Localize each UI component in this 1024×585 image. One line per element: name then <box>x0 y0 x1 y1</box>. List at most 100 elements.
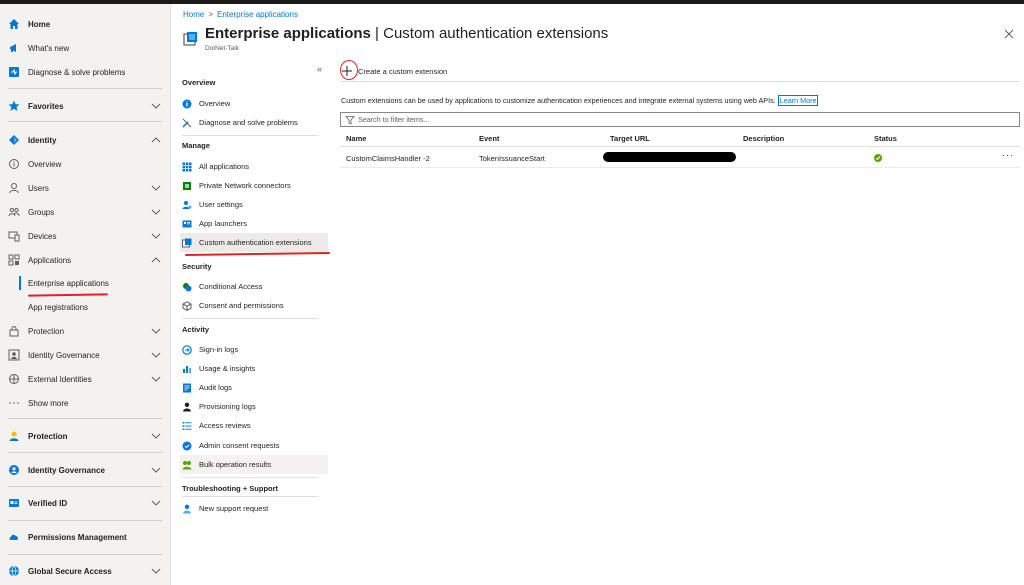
provisioning-icon <box>182 402 192 412</box>
more-options-button[interactable]: ··· <box>594 28 606 38</box>
menu-item-diagnose[interactable]: Diagnose and solve problems <box>180 113 328 132</box>
nav-identity[interactable]: Identity <box>0 128 170 152</box>
nav-users-label: Users <box>28 183 49 193</box>
chevron-down-icon[interactable] <box>151 465 161 475</box>
nav-show-more[interactable]: Show more <box>0 391 170 415</box>
table-row[interactable]: CustomClaimsHandler -2 TokenIssuanceStar… <box>340 148 1020 168</box>
menu-item-bulk-operations[interactable]: Bulk operation results <box>180 455 328 474</box>
breadcrumb-enterprise-applications[interactable]: Enterprise applications <box>217 10 298 19</box>
nav-applications[interactable]: Applications <box>0 248 170 272</box>
column-header-event[interactable]: Event <box>479 134 499 143</box>
row-more-actions-button[interactable]: ··· <box>1002 150 1014 160</box>
nav-external-identities[interactable]: External Identities <box>0 367 170 391</box>
redaction-mark <box>603 152 736 162</box>
nav-applications-label: Applications <box>28 255 72 265</box>
column-header-name[interactable]: Name <box>346 134 366 143</box>
nav-global-secure-access[interactable]: Global Secure Access <box>0 559 170 583</box>
menu-item-new-support[interactable]: New support request <box>180 499 328 518</box>
chevron-down-icon[interactable] <box>151 498 161 508</box>
protection-icon <box>8 430 20 442</box>
cube-icon <box>182 300 192 311</box>
nav-enterprise-applications[interactable]: Enterprise applications <box>0 271 170 295</box>
chevron-down-icon[interactable] <box>151 326 161 336</box>
nav-identity-governance-section[interactable]: Identity Governance <box>0 458 170 482</box>
admin-consent-icon <box>182 441 192 451</box>
nav-protection[interactable]: Protection <box>0 319 170 343</box>
chevron-up-icon[interactable] <box>151 255 161 265</box>
filter-search-input[interactable]: Search to filter items... <box>340 112 1020 127</box>
menu-item-custom-auth-extensions[interactable]: Custom authentication extensions <box>180 233 328 252</box>
menu-item-user-settings[interactable]: User settings <box>180 195 328 214</box>
app-launcher-icon <box>182 219 192 229</box>
menu-item-overview[interactable]: Overview <box>180 94 328 113</box>
breadcrumb-home[interactable]: Home <box>183 10 204 19</box>
tenant-name: DotNet-Talk <box>205 45 239 52</box>
chevron-down-icon[interactable] <box>151 374 161 384</box>
menu-item-all-applications[interactable]: All applications <box>180 157 328 176</box>
page-description: Custom extensions can be used by applica… <box>341 95 819 106</box>
column-header-target-url[interactable]: Target URL <box>610 134 650 143</box>
menu-divider <box>182 477 318 478</box>
nav-protection-section[interactable]: Protection <box>0 424 170 448</box>
collapse-menu-button[interactable]: « <box>317 64 322 74</box>
nav-diagnose[interactable]: Diagnose & solve problems <box>0 60 170 84</box>
breadcrumb-separator: > <box>208 10 214 19</box>
home-icon <box>8 18 20 30</box>
menu-item-private-network[interactable]: Private Network connectors <box>180 176 328 195</box>
chevron-up-icon[interactable] <box>151 135 161 145</box>
page-title-section: | Custom authentication extensions <box>370 25 609 42</box>
nav-overview[interactable]: Overview <box>0 152 170 176</box>
nav-app-registrations[interactable]: App registrations <box>0 295 170 319</box>
nav-permissions-management[interactable]: Permissions Management <box>0 525 170 549</box>
menu-item-provisioning-logs[interactable]: Provisioning logs <box>180 397 328 416</box>
nav-divider <box>8 554 162 555</box>
filter-placeholder: Search to filter items... <box>358 115 430 124</box>
menu-section-overview: Overview <box>182 78 216 87</box>
column-header-status[interactable]: Status <box>874 134 897 143</box>
lock-icon <box>8 325 20 337</box>
nav-users[interactable]: Users <box>0 176 170 200</box>
menu-item-app-launchers[interactable]: App launchers <box>180 214 328 233</box>
audit-log-icon <box>182 383 192 393</box>
chevron-down-icon[interactable] <box>151 350 161 360</box>
nav-favorites[interactable]: Favorites <box>0 94 170 118</box>
nav-app-registrations-label: App registrations <box>28 302 89 312</box>
nav-global-secure-access-label: Global Secure Access <box>28 566 112 576</box>
menu-item-admin-consent[interactable]: Admin consent requests <box>180 436 328 455</box>
cell-name[interactable]: CustomClaimsHandler -2 <box>346 154 430 163</box>
menu-item-app-launchers-label: App launchers <box>199 219 247 228</box>
chevron-down-icon[interactable] <box>151 183 161 193</box>
menu-item-conditional-access[interactable]: Conditional Access <box>180 277 328 296</box>
diagnose-icon <box>8 66 20 78</box>
learn-more-link[interactable]: Learn More <box>777 95 819 106</box>
menu-item-consent[interactable]: Consent and permissions <box>180 296 328 315</box>
menu-item-signin-logs[interactable]: Sign-in logs <box>180 340 328 359</box>
nav-devices[interactable]: Devices <box>0 224 170 248</box>
nav-groups[interactable]: Groups <box>0 200 170 224</box>
menu-item-audit-logs[interactable]: Audit logs <box>180 378 328 397</box>
menu-item-access-reviews[interactable]: Access reviews <box>180 416 328 435</box>
nav-verified-id[interactable]: Verified ID <box>0 491 170 515</box>
devices-icon <box>8 230 20 242</box>
support-icon <box>182 504 192 514</box>
nav-home[interactable]: Home <box>0 12 170 36</box>
applications-icon <box>8 254 20 266</box>
column-header-description[interactable]: Description <box>743 134 784 143</box>
menu-item-user-settings-label: User settings <box>199 200 243 209</box>
menu-divider <box>182 318 318 319</box>
breadcrumb: Home > Enterprise applications <box>183 10 298 19</box>
menu-item-usage-insights[interactable]: Usage & insights <box>180 359 328 378</box>
chevron-down-icon[interactable] <box>151 101 161 111</box>
nav-whats-new[interactable]: What's new <box>0 36 170 60</box>
nav-identity-governance[interactable]: Identity Governance <box>0 343 170 367</box>
nav-show-more-label: Show more <box>28 398 69 408</box>
nav-whats-new-label: What's new <box>28 43 70 53</box>
grid-icon <box>182 162 192 172</box>
close-icon[interactable] <box>1004 29 1014 39</box>
chevron-down-icon[interactable] <box>151 231 161 241</box>
chevron-down-icon[interactable] <box>151 566 161 576</box>
bulk-operations-icon <box>182 460 192 470</box>
nav-protection-label: Protection <box>28 326 65 336</box>
chevron-down-icon[interactable] <box>151 207 161 217</box>
chevron-down-icon[interactable] <box>151 431 161 441</box>
